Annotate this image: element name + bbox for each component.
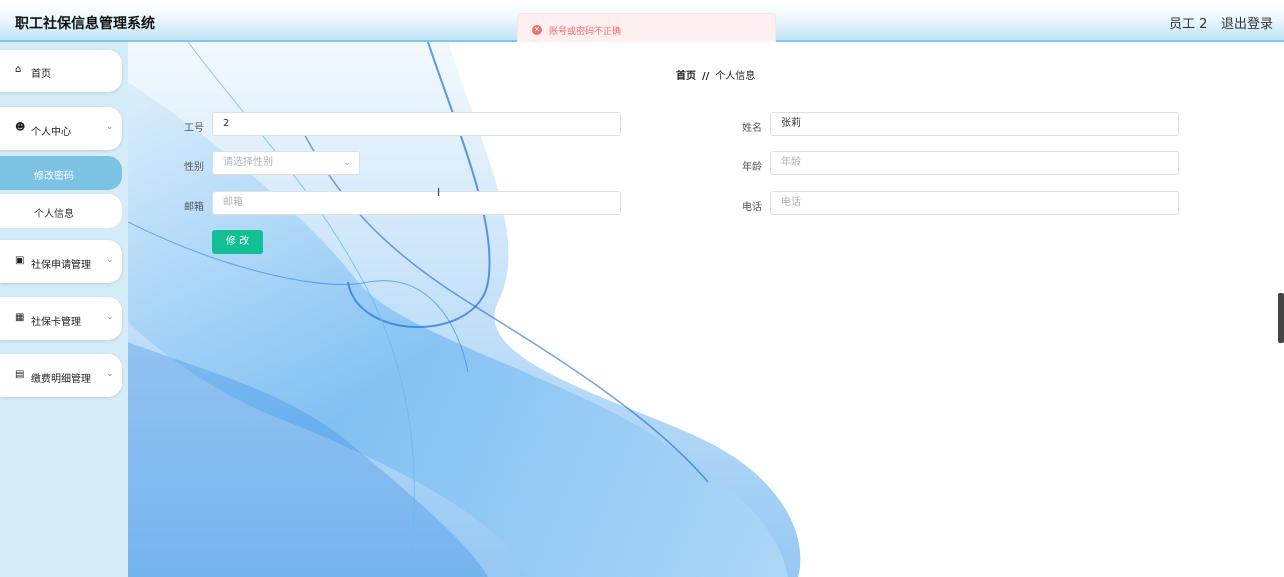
chevron-down-icon: ⌄ xyxy=(106,255,114,265)
sidebar-item-label: 首页 xyxy=(31,69,51,80)
sidebar-item-insurance-application[interactable]: ▣ 社保申请管理 ⌄ xyxy=(0,240,122,283)
current-user: 员工 2 xyxy=(1169,17,1208,32)
chevron-down-icon: ⌄ xyxy=(343,158,351,168)
main-content: 首页 // 个人信息 工号 2 性别 请选择性别 ⌄ 邮箱 邮箱 修 改 姓名 张莉… xyxy=(128,42,1284,577)
age-field[interactable]: 年龄 xyxy=(770,151,1179,175)
breadcrumb-separator: // xyxy=(702,71,710,82)
breadcrumb-current: 个人信息 xyxy=(715,71,756,82)
sidebar-subitem-label: 修改密码 xyxy=(34,171,74,182)
sidebar-subitem-personal-info[interactable]: 个人信息 xyxy=(0,194,122,228)
sidebar-subitem-change-password[interactable]: 修改密码 xyxy=(0,156,122,190)
error-circle-icon: ✕ xyxy=(532,25,542,35)
chevron-down-icon: ⌄ xyxy=(106,122,114,132)
sidebar-item-payment-details[interactable]: ▤ 缴费明细管理 ⌄ xyxy=(0,354,122,397)
phone-field[interactable]: 电话 xyxy=(770,191,1179,215)
submit-button[interactable]: 修 改 xyxy=(212,230,263,254)
phone-label: 电话 xyxy=(742,202,762,213)
breadcrumb: 首页 // 个人信息 xyxy=(676,67,755,82)
email-field[interactable]: 邮箱 xyxy=(212,191,621,215)
app-title: 职工社保信息管理系统 xyxy=(15,16,155,32)
name-label: 姓名 xyxy=(742,123,762,134)
chevron-down-icon: ⌄ xyxy=(106,369,114,379)
gender-label: 性别 xyxy=(184,162,204,173)
error-toast: ✕ 账号或密码不正确 xyxy=(517,13,776,45)
gender-select[interactable]: 请选择性别 ⌄ xyxy=(212,151,360,175)
sidebar-item-insurance-card[interactable]: ▦ 社保卡管理 ⌄ xyxy=(0,297,122,340)
breadcrumb-home[interactable]: 首页 xyxy=(676,71,696,82)
chevron-down-icon: ⌄ xyxy=(106,312,114,322)
user-icon: ☻ xyxy=(15,122,26,133)
sidebar-item-label: 社保卡管理 xyxy=(31,317,81,328)
home-icon: ⌂ xyxy=(15,64,22,75)
sidebar-item-home[interactable]: ⌂ 首页 xyxy=(0,50,122,92)
employee-id-label: 工号 xyxy=(184,123,204,134)
sidebar-item-label: 个人中心 xyxy=(31,127,71,138)
receipt-icon: ▤ xyxy=(15,369,25,380)
toast-message: 账号或密码不正确 xyxy=(549,27,622,37)
monitor-icon: ▣ xyxy=(15,255,25,266)
sidebar-item-label: 社保申请管理 xyxy=(31,260,91,271)
grid-icon: ▦ xyxy=(15,312,25,323)
gender-placeholder: 请选择性别 xyxy=(223,157,273,168)
email-label: 邮箱 xyxy=(184,202,204,213)
logout-link[interactable]: 退出登录 xyxy=(1221,13,1273,32)
sidebar: ⌂ 首页 ☻ 个人中心 ⌄ 修改密码 个人信息 ▣ 社保申请管理 ⌄ ▦ 社保卡… xyxy=(0,42,128,577)
text-cursor-icon: I xyxy=(437,186,441,199)
name-field[interactable]: 张莉 xyxy=(770,112,1179,136)
sidebar-item-label: 缴费明细管理 xyxy=(31,374,91,385)
sidebar-subitem-label: 个人信息 xyxy=(34,209,74,220)
age-label: 年龄 xyxy=(742,162,762,173)
employee-id-field[interactable]: 2 xyxy=(212,112,621,136)
sidebar-item-personal-center[interactable]: ☻ 个人中心 ⌄ xyxy=(0,107,122,150)
scrollbar-thumb[interactable] xyxy=(1278,293,1284,343)
